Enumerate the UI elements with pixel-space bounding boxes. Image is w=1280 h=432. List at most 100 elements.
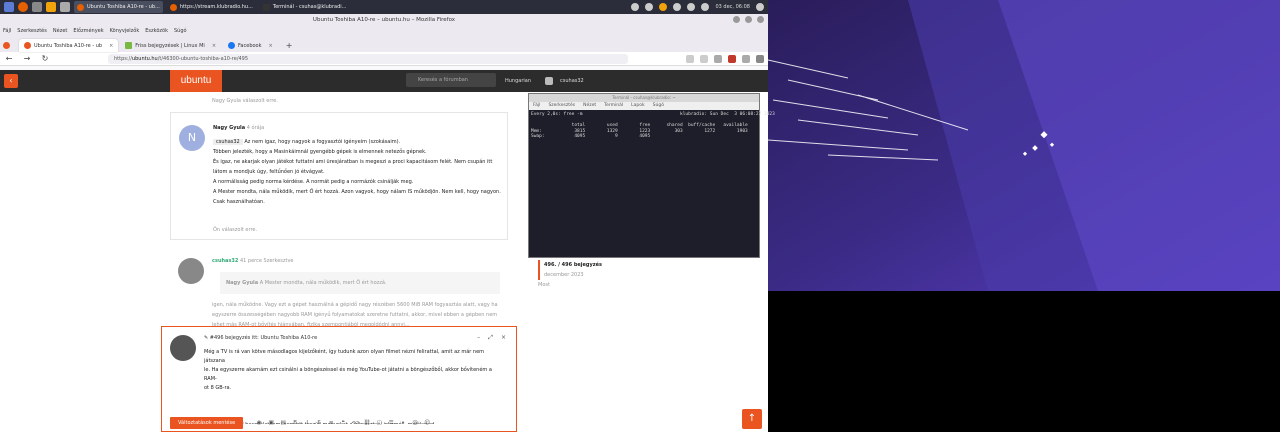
back-arrow-icon[interactable]: ←	[4, 54, 14, 63]
terminal-output[interactable]: Every 2,0s: free -m klubradio: Sun Dec 3…	[529, 110, 775, 142]
terminal-title[interactable]: Terminál - csuhas@klubradio: ~	[529, 94, 759, 102]
firefox-icon[interactable]	[18, 2, 28, 12]
tab-close-icon[interactable]: ×	[269, 43, 273, 49]
extensions-icon[interactable]	[742, 54, 750, 63]
language-select[interactable]: Hungarian	[505, 70, 531, 92]
post-age[interactable]: 41 perce	[240, 258, 262, 264]
pinned-tab[interactable]	[3, 39, 17, 52]
arrows-icon[interactable]	[673, 3, 682, 11]
tab-facebook[interactable]: Facebook ×	[223, 39, 278, 52]
minimize-icon[interactable]	[733, 16, 740, 23]
terminal-menu-tabs[interactable]: Lapok	[631, 102, 644, 110]
back-button[interactable]: ‹	[4, 74, 18, 88]
terminal-menu-edit[interactable]: Szerkesztés	[548, 102, 575, 110]
task-stream[interactable]: https://stream.klubradio.hu...	[167, 1, 256, 13]
editor-textarea[interactable]: Még a TV is rá van kötve másodlagos kije…	[204, 348, 504, 424]
menu-history[interactable]: Előzmények	[73, 26, 103, 36]
edited-label[interactable]: Szerkesztve	[264, 258, 294, 264]
tab-close-icon[interactable]: ×	[109, 43, 113, 49]
template-icon[interactable]: ▤	[279, 419, 287, 427]
network-icon[interactable]	[645, 3, 654, 11]
menu-bookmarks[interactable]: Könyvjelzők	[110, 26, 140, 36]
tab-ubuntu[interactable]: Ubuntu Toshiba A10-re - ub ×	[19, 39, 119, 52]
bold-icon[interactable]: B	[291, 419, 299, 427]
post-line: látom a mondjuk úgy, feltűnően jó étvágy…	[213, 169, 325, 175]
hamburger-menu-icon[interactable]	[756, 54, 764, 63]
reply-indicator[interactable]: Őn válaszolt erre.	[213, 225, 257, 235]
close-icon[interactable]	[757, 16, 764, 23]
timeline[interactable]: 496. / 496 bejegyzés december 2023	[538, 260, 602, 280]
italic-icon[interactable]: I	[303, 419, 311, 427]
terminal-menu-view[interactable]: Nézet	[583, 102, 596, 110]
vlc-icon[interactable]	[46, 2, 56, 12]
menu-file[interactable]: Fájl	[3, 26, 11, 36]
task-firefox[interactable]: Ubuntu Toshiba A10-re - ub...	[74, 1, 163, 13]
terminal-menu-terminal[interactable]: Terminál	[604, 102, 623, 110]
editor-line: Még a TV is rá van kötve másodlagos kije…	[204, 349, 485, 364]
task-terminal[interactable]: Terminál - csuhas@klubradi...	[260, 1, 350, 13]
volume-icon[interactable]	[701, 3, 710, 11]
save-button[interactable]: Változtatások mentése	[170, 417, 244, 429]
terminal-menu-help[interactable]: Súgó	[653, 102, 664, 110]
numbered-list-icon[interactable]: ☰	[387, 419, 395, 427]
code-icon[interactable]: <>	[351, 419, 360, 427]
tab-label: Facebook	[238, 42, 262, 49]
forward-arrow-icon[interactable]: →	[22, 54, 32, 63]
notification-bell-icon[interactable]	[545, 77, 553, 85]
bookmark-star-icon[interactable]	[700, 54, 708, 63]
menu-icon[interactable]	[4, 2, 14, 12]
pocket-icon[interactable]	[714, 54, 722, 63]
forum-search[interactable]: Keresés a fórumban	[406, 73, 496, 87]
timeline-now[interactable]: Most	[538, 280, 550, 290]
editor-title[interactable]: #496 bejegyzés itt: Ubuntu Toshiba A10-r…	[210, 335, 317, 341]
scroll-to-top-button[interactable]: ↑	[742, 409, 762, 429]
post-author[interactable]: csuhas32	[212, 258, 238, 264]
heading-icon[interactable]: ≡	[327, 419, 335, 427]
tab-linuxmint[interactable]: Friss bejegyzések | Linux Mi ×	[120, 39, 221, 52]
cloud-icon[interactable]	[631, 3, 640, 11]
bell-icon[interactable]	[687, 3, 696, 11]
image-icon[interactable]: ▢	[375, 419, 383, 427]
reload-icon[interactable]: ↻	[40, 54, 50, 63]
menu-help[interactable]: Súgó	[174, 26, 187, 36]
quote-user[interactable]: Nagy Gyula	[226, 280, 258, 286]
app-icon[interactable]	[32, 2, 42, 12]
minimize-icon[interactable]: –	[477, 334, 480, 342]
emoji-icon[interactable]: ☺	[423, 419, 431, 427]
expand-icon[interactable]: ⤢	[488, 334, 493, 342]
site-logo[interactable]: ubuntu	[170, 70, 222, 92]
vlc-tray-icon[interactable]	[659, 3, 668, 11]
avatar[interactable]: N	[179, 125, 205, 151]
avatar[interactable]	[178, 258, 204, 284]
link-icon[interactable]: ⛓	[363, 419, 371, 427]
new-tab-button[interactable]: +	[280, 39, 299, 52]
forum-post: csuhas32 41 perce Szerkesztve Nagy Gyula…	[170, 250, 508, 330]
menu-view[interactable]: Nézet	[53, 26, 67, 36]
toggle-icon[interactable]: ▣	[267, 419, 275, 427]
strikethrough-icon[interactable]: S	[315, 419, 323, 427]
terminal-menu-file[interactable]: Fájl	[533, 102, 540, 110]
reader-icon[interactable]	[686, 54, 694, 63]
clock[interactable]: 03 dec, 06:08	[715, 4, 750, 10]
files-icon[interactable]	[60, 2, 70, 12]
post-age[interactable]: 4 órája	[247, 125, 264, 131]
tab-close-icon[interactable]: ×	[212, 43, 216, 49]
url-prefix: https://	[114, 55, 132, 62]
bullet-list-icon[interactable]: •	[399, 419, 407, 427]
power-icon[interactable]	[756, 3, 764, 11]
menu-tools[interactable]: Eszközök	[145, 26, 168, 36]
user-menu[interactable]: csuhas32	[560, 70, 584, 92]
quote-user[interactable]: csuhas32	[213, 139, 243, 145]
url-bar[interactable]: https://ubuntu.hu/t/46300-ubuntu-toshiba…	[108, 53, 628, 64]
maximize-icon[interactable]	[745, 16, 752, 23]
terminal-window[interactable]: Terminál - csuhas@klubradio: ~ Fájl Szer…	[528, 93, 775, 258]
window-titlebar[interactable]: Ubuntu Toshiba A10-re – ubuntu.hu – Mozi…	[0, 14, 768, 26]
post-author[interactable]: Nagy Gyula	[213, 125, 245, 131]
close-icon[interactable]: ×	[501, 334, 506, 342]
ublock-icon[interactable]	[728, 54, 736, 63]
preview-icon[interactable]: ◉	[255, 419, 263, 427]
quote-icon[interactable]: ❝	[339, 419, 347, 427]
menu-edit[interactable]: Szerkesztés	[17, 26, 47, 36]
mention-icon[interactable]: @	[411, 419, 419, 427]
reply-indicator[interactable]: Nagy Gyula válaszolt erre.	[212, 96, 278, 106]
